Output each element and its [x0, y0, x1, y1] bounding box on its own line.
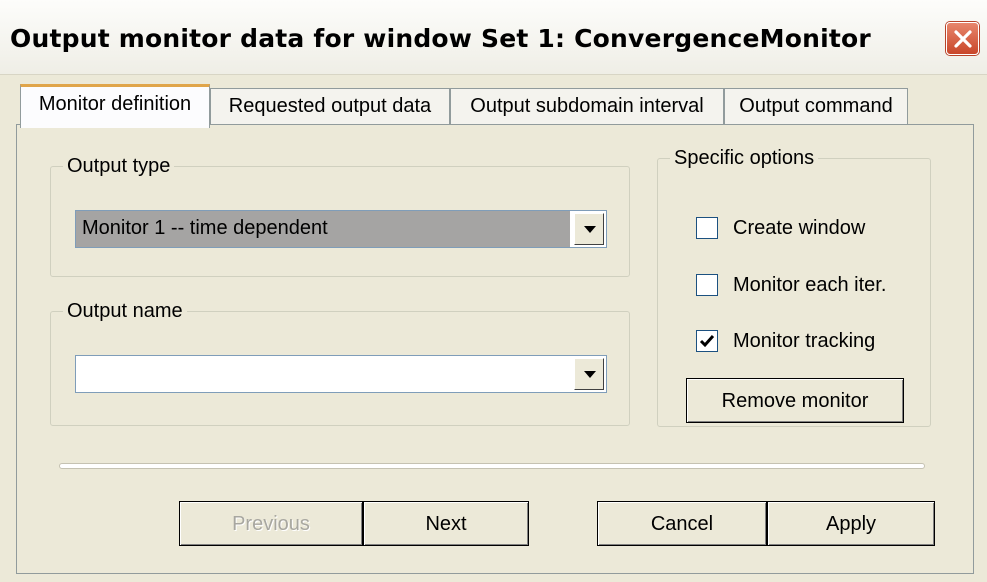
progress-bar: [59, 463, 925, 469]
remove-monitor-button[interactable]: Remove monitor: [686, 378, 904, 423]
monitor-each-iter-checkbox[interactable]: [696, 274, 718, 296]
output-name-value: [76, 356, 570, 392]
output-name-legend: Output name: [67, 300, 183, 322]
output-type-select[interactable]: Monitor 1 -- time dependent: [75, 210, 607, 248]
next-button[interactable]: Next: [363, 501, 529, 546]
tab-requested-output-data[interactable]: Requested output data: [210, 88, 450, 126]
output-type-value: Monitor 1 -- time dependent: [76, 211, 570, 247]
monitor-tracking-label: Monitor tracking: [733, 330, 876, 352]
output-type-legend: Output type: [67, 155, 171, 177]
output-type-dropdown-button[interactable]: [574, 213, 604, 245]
tab-output-command[interactable]: Output command: [724, 88, 908, 126]
previous-button[interactable]: Previous: [179, 501, 363, 546]
window-title: Output monitor data for window Set 1: Co…: [10, 24, 871, 53]
tab-monitor-definition[interactable]: Monitor definition: [20, 84, 210, 128]
cancel-button[interactable]: Cancel: [597, 501, 767, 546]
chevron-down-icon: [584, 371, 596, 378]
output-name-dropdown-button[interactable]: [574, 358, 604, 390]
monitor-each-iter-label: Monitor each iter.: [733, 274, 887, 296]
monitor-tracking-checkbox[interactable]: [696, 330, 718, 352]
close-button[interactable]: [946, 22, 979, 55]
create-window-checkbox[interactable]: [696, 217, 718, 239]
title-bar[interactable]: Output monitor data for window Set 1: Co…: [0, 0, 987, 75]
dialog-window: Output monitor data for window Set 1: Co…: [0, 0, 987, 582]
output-name-select[interactable]: [75, 355, 607, 393]
tab-panel: Output type Monitor 1 -- time dependent …: [16, 124, 974, 574]
checkmark-icon: [699, 335, 715, 348]
close-icon: [954, 30, 972, 48]
tab-output-subdomain-interval[interactable]: Output subdomain interval: [450, 88, 724, 126]
specific-options-group: Specific options Create window Monitor e…: [657, 147, 931, 427]
chevron-down-icon: [584, 226, 596, 233]
specific-options-legend: Specific options: [674, 147, 815, 169]
create-window-label: Create window: [733, 217, 866, 239]
apply-button[interactable]: Apply: [767, 501, 935, 546]
